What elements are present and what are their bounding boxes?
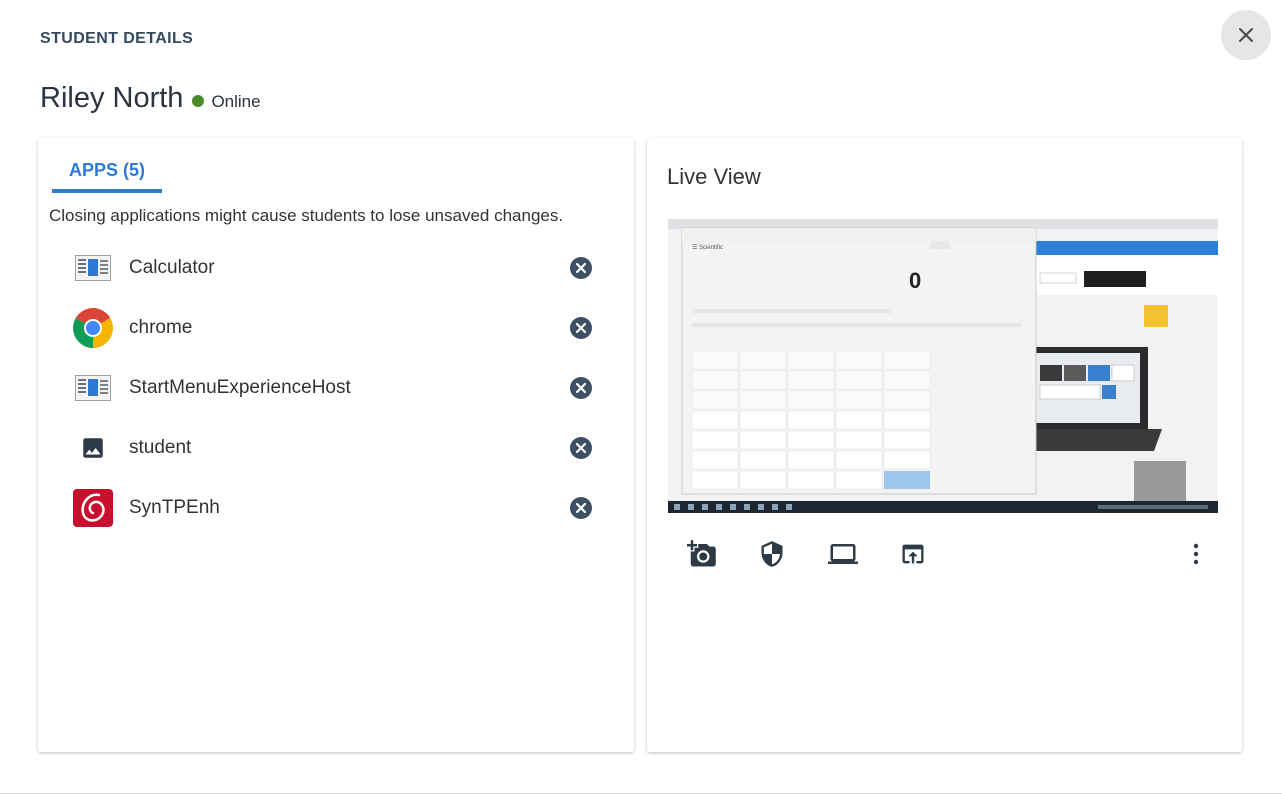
laptop-icon: [828, 544, 858, 564]
dialog-title: STUDENT DETAILS: [40, 30, 194, 47]
close-app-icon[interactable]: [570, 317, 592, 339]
app-name: Calculator: [129, 257, 215, 278]
list-item: student: [72, 418, 602, 478]
svg-text:☰ Scientific: ☰ Scientific: [692, 244, 723, 251]
shield-icon: [761, 541, 783, 567]
lock-screen-button[interactable]: [754, 536, 790, 572]
app-name: StartMenuExperienceHost: [129, 377, 351, 398]
live-view-title: Live View: [667, 164, 761, 189]
window-app-icon: [72, 247, 114, 289]
list-item: SynTPEnh: [72, 478, 602, 538]
screenshot-button[interactable]: [684, 536, 720, 572]
apps-panel: APPS (5) Closing applications might caus…: [38, 138, 634, 752]
chrome-icon: [72, 307, 114, 349]
student-name: Riley North: [40, 82, 184, 114]
close-app-icon[interactable]: [570, 497, 592, 519]
image-icon: [72, 427, 114, 469]
tab-apps[interactable]: APPS (5): [52, 160, 162, 193]
online-status-text: Online: [211, 91, 261, 111]
open-website-button[interactable]: [895, 536, 931, 572]
live-view-toolbar: [668, 536, 1218, 572]
app-name: chrome: [129, 317, 193, 338]
list-item: StartMenuExperienceHost: [72, 358, 602, 418]
live-view-panel: Live View ☰ Scientific 0: [647, 138, 1242, 752]
more-vertical-icon: [1193, 543, 1199, 565]
remote-control-button[interactable]: [825, 536, 861, 572]
more-options-button[interactable]: [1178, 536, 1214, 572]
app-list: Calculator chrome StartMenuExperienceHos…: [72, 238, 602, 538]
calculator-display: 0: [909, 268, 921, 293]
close-app-icon[interactable]: [570, 257, 592, 279]
synaptics-icon: [72, 487, 114, 529]
list-item: Calculator: [72, 238, 602, 298]
close-dialog-button[interactable]: [1221, 10, 1271, 60]
app-name: SynTPEnh: [129, 497, 220, 518]
student-header: Riley North Online: [40, 82, 261, 115]
live-view-screenshot[interactable]: ☰ Scientific 0: [668, 219, 1218, 513]
close-app-icon[interactable]: [570, 437, 592, 459]
window-app-icon: [72, 367, 114, 409]
apps-warning-text: Closing applications might cause student…: [49, 206, 564, 225]
close-icon: [1239, 28, 1253, 42]
add-screenshot-icon: [687, 540, 716, 567]
open-in-browser-icon: [902, 544, 924, 564]
list-item: chrome: [72, 298, 602, 358]
online-status-dot: [192, 94, 205, 107]
student-details-dialog: STUDENT DETAILS Riley North Online APPS …: [0, 0, 1282, 794]
close-app-icon[interactable]: [570, 377, 592, 399]
app-name: student: [129, 437, 192, 458]
